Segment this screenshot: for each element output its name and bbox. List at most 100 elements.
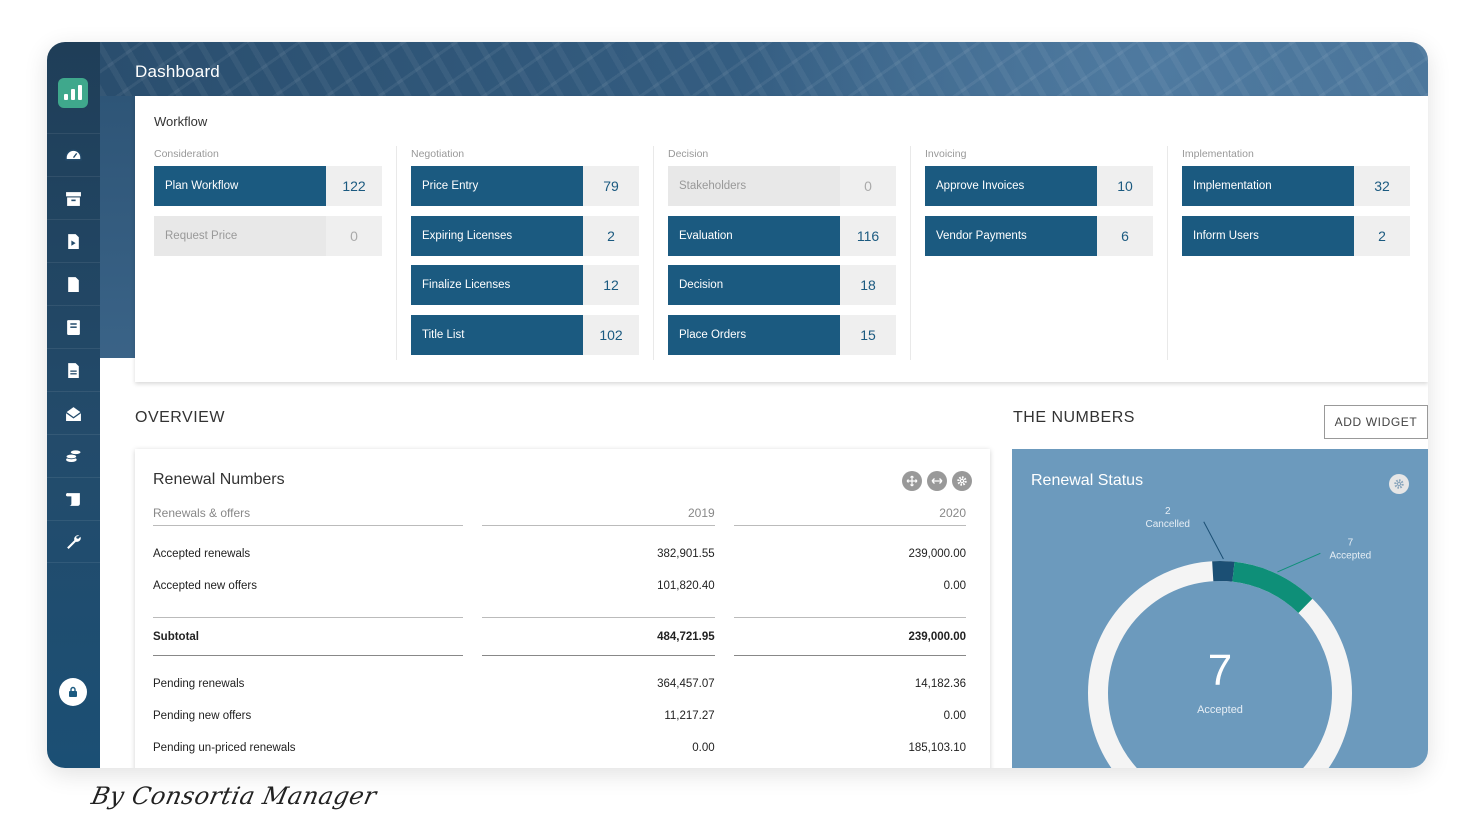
document-icon: [68, 362, 79, 378]
workflow-item-implementation[interactable]: Implementation 32: [1182, 166, 1410, 206]
segment-value-cancelled: 2: [1165, 506, 1171, 517]
move-button[interactable]: [902, 471, 922, 491]
column-divider: [1167, 146, 1168, 360]
nav-documents[interactable]: [47, 348, 100, 391]
mail-open-icon: [65, 406, 82, 421]
table-row: Accepted renewals 382,901.55 239,000.00: [153, 538, 966, 570]
add-widget-button[interactable]: ADD WIDGET: [1324, 405, 1428, 439]
workflow-item-count: 15: [840, 315, 896, 356]
workflow-item-plan-workflow[interactable]: Plan Workflow 122: [154, 166, 382, 206]
workflow-item-count: 2: [583, 215, 639, 256]
nav-files[interactable]: [47, 262, 100, 305]
app-logo-icon[interactable]: [58, 78, 88, 108]
row-value-2020: 0.00: [943, 580, 966, 592]
nav-books[interactable]: [47, 305, 100, 348]
workflow-item-count: 79: [583, 166, 639, 206]
workflow-title: Workflow: [154, 114, 208, 129]
video-file-icon: [68, 233, 79, 249]
file-icon: [68, 276, 79, 292]
card-tools: [902, 471, 972, 491]
table-row: Accepted new offers 101,820.40 0.00: [153, 570, 966, 602]
workflow-item-evaluation[interactable]: Evaluation 116: [668, 215, 896, 256]
column-divider: [653, 146, 654, 360]
renewal-status-donut: 2 Cancelled 7 Accepted 7 Accepted: [1088, 506, 1372, 768]
nav-video-files[interactable]: [47, 219, 100, 262]
renewal-table: Renewals & offers 2019 2020 Accepted ren…: [153, 500, 966, 764]
nav-dashboard[interactable]: [47, 133, 100, 176]
table-row: Pending new offers 11,217.27 0.00: [153, 700, 966, 732]
move-icon: [906, 475, 918, 487]
donut-segment-cancelled[interactable]: [1212, 561, 1235, 582]
page-title: Dashboard: [135, 62, 220, 81]
header-banner-extension: [100, 96, 135, 358]
workflow-item-expiring-licenses[interactable]: Expiring Licenses 2: [411, 215, 639, 256]
subtotal-2020: 239,000.00: [733, 618, 966, 656]
workflow-item-count: 12: [583, 265, 639, 306]
row-value-2019: 101,820.40: [657, 580, 715, 592]
workflow-item-count: 2: [1354, 215, 1410, 256]
workflow-item-label: Stakeholders: [668, 166, 840, 206]
col-header-label: Renewals & offers: [153, 500, 464, 526]
workflow-item-count: 18: [840, 265, 896, 306]
row-value-2019: 364,457.07: [657, 678, 715, 690]
table-header-row: Renewals & offers 2019 2020: [153, 500, 966, 526]
workflow-item-count: 0: [840, 166, 896, 206]
workflow-item-label: Approve Invoices: [925, 166, 1097, 206]
renewal-numbers-card: Renewal Numbers Renewals & offers 2019 2…: [135, 449, 990, 768]
row-value-2020: 185,103.10: [908, 742, 966, 754]
workflow-item-finalize-licenses[interactable]: Finalize Licenses 12: [411, 265, 639, 306]
sidebar-nav: [47, 133, 100, 563]
workflow-item-count: 32: [1354, 166, 1410, 206]
nav-mail[interactable]: [47, 391, 100, 434]
table-row: Pending un-priced renewals 0.00 185,103.…: [153, 732, 966, 764]
workflow-item-label: Evaluation: [668, 215, 840, 256]
workflow-item-vendor-payments[interactable]: Vendor Payments 6: [925, 215, 1153, 256]
donut-segment-accepted[interactable]: [1232, 561, 1313, 614]
resize-button[interactable]: [927, 471, 947, 491]
workflow-item-place-orders[interactable]: Place Orders 15: [668, 315, 896, 356]
renewal-status-card: Renewal Status 2 Cancelled 7 Accepted 7 …: [1012, 449, 1428, 768]
workflow-item-count: 6: [1097, 215, 1153, 256]
app-window: Dashboard Workflow Consideration Plan Wo…: [47, 42, 1428, 768]
segment-value-accepted: 7: [1348, 537, 1354, 548]
workflow-column-label: Decision: [668, 148, 709, 160]
row-value-2020: 14,182.36: [914, 678, 966, 690]
dashboard-icon: [65, 148, 82, 160]
lock-button[interactable]: [59, 678, 87, 706]
scroll-icon: [65, 492, 80, 506]
gear-icon: [957, 476, 967, 486]
subtotal-label: Subtotal: [153, 618, 464, 656]
row-value-2020: 239,000.00: [908, 548, 966, 560]
workflow-item-request-price[interactable]: Request Price 0: [154, 215, 382, 256]
row-label: Pending un-priced renewals: [153, 742, 296, 754]
workflow-column-label: Negotiation: [411, 148, 465, 160]
table-row: Pending renewals 364,457.07 14,182.36: [153, 668, 966, 700]
workflow-item-decision[interactable]: Decision 18: [668, 265, 896, 306]
wrench-icon: [67, 535, 81, 549]
col-header-2020: 2020: [733, 500, 966, 526]
nav-archive[interactable]: [47, 176, 100, 219]
workflow-column-invoicing: Invoicing Approve Invoices 10 Vendor Paymen…: [925, 146, 1153, 265]
row-value-2019: 11,217.27: [664, 710, 715, 722]
nav-finance[interactable]: [47, 434, 100, 477]
subtotal-row: Subtotal 484,721.95 239,000.00: [153, 618, 966, 656]
workflow-item-count: 0: [326, 215, 382, 256]
workflow-column-decision: Decision Stakeholders 0 Evaluation 116 Decisi…: [668, 146, 896, 365]
workflow-item-title-list[interactable]: Title List 102: [411, 315, 639, 356]
workflow-item-inform-users[interactable]: Inform Users 2: [1182, 215, 1410, 256]
workflow-item-label: Price Entry: [411, 166, 583, 206]
nav-tools[interactable]: [47, 520, 100, 563]
nav-scroll[interactable]: [47, 477, 100, 520]
row-label: Pending renewals: [153, 678, 245, 690]
workflow-item-stakeholders[interactable]: Stakeholders 0: [668, 166, 896, 206]
workflow-item-label: Implementation: [1182, 166, 1354, 206]
workflow-item-price-entry[interactable]: Price Entry 79: [411, 166, 639, 206]
lock-icon: [69, 686, 77, 697]
row-value-2019: 0.00: [692, 742, 715, 754]
segment-label-accepted: Accepted: [1330, 550, 1372, 561]
settings-button[interactable]: [952, 471, 972, 491]
brand-signature: By Consortia Manager: [89, 782, 380, 810]
workflow-item-approve-invoices[interactable]: Approve Invoices 10: [925, 166, 1153, 206]
coins-icon: [65, 448, 82, 462]
book-icon: [67, 319, 80, 335]
